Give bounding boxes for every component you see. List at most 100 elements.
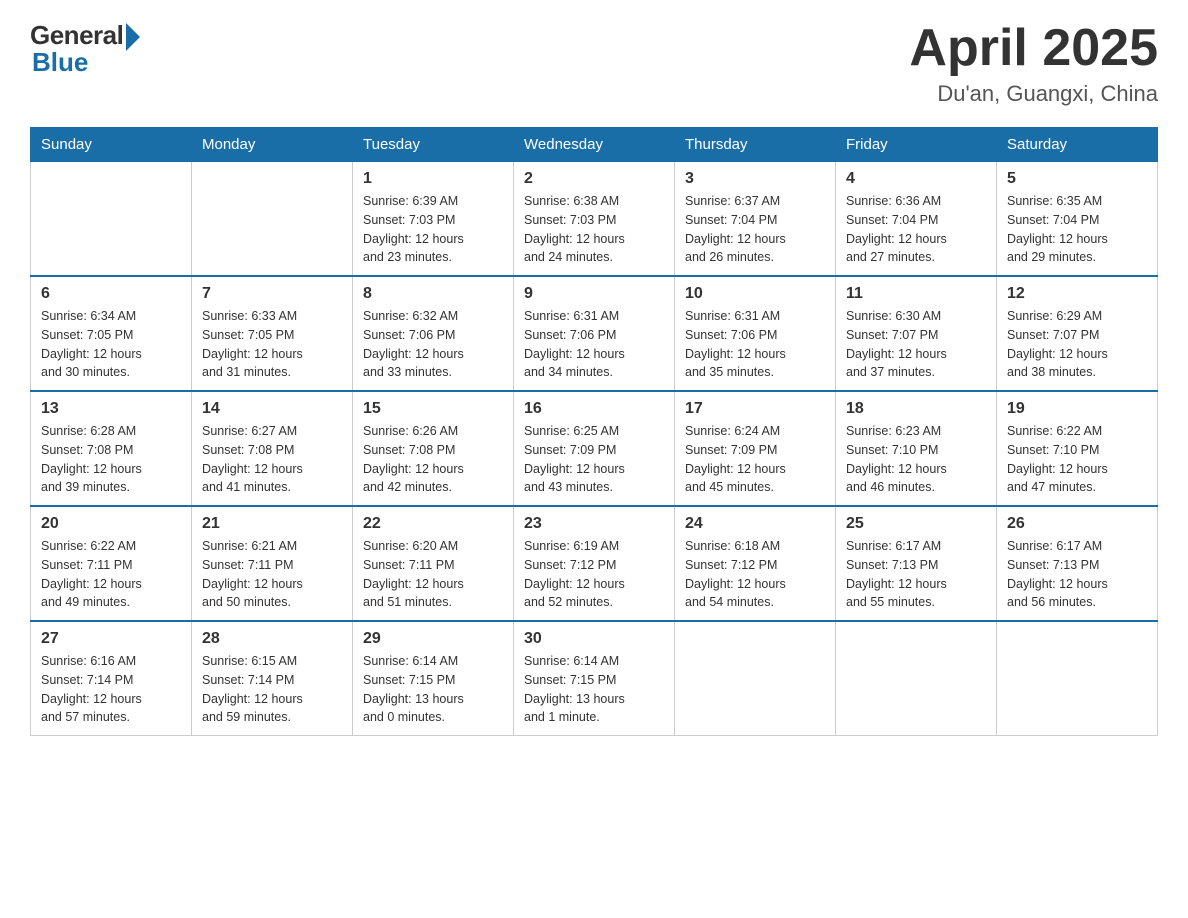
day-cell: 7 Sunrise: 6:33 AMSunset: 7:05 PMDaylight… bbox=[192, 276, 353, 391]
week-row-3: 13 Sunrise: 6:28 AMSunset: 7:08 PMDayligh… bbox=[31, 391, 1158, 506]
day-number: 7 bbox=[202, 285, 342, 303]
day-cell: 13 Sunrise: 6:28 AMSunset: 7:08 PMDayligh… bbox=[31, 391, 192, 506]
day-info: Sunrise: 6:35 AMSunset: 7:04 PMDaylight:… bbox=[1007, 192, 1147, 267]
weekday-header-monday: Monday bbox=[192, 128, 353, 162]
day-cell bbox=[675, 621, 836, 736]
weekday-header-row: SundayMondayTuesdayWednesdayThursdayFrid… bbox=[31, 128, 1158, 162]
day-number: 6 bbox=[41, 285, 181, 303]
day-info: Sunrise: 6:20 AMSunset: 7:11 PMDaylight:… bbox=[363, 537, 503, 612]
day-info: Sunrise: 6:16 AMSunset: 7:14 PMDaylight:… bbox=[41, 652, 181, 727]
day-number: 11 bbox=[846, 285, 986, 303]
day-number: 27 bbox=[41, 630, 181, 648]
weekday-header-tuesday: Tuesday bbox=[353, 128, 514, 162]
day-cell bbox=[997, 621, 1158, 736]
week-row-4: 20Sunrise: 6:22 AMSunset: 7:11 PMDayligh… bbox=[31, 506, 1158, 621]
day-number: 17 bbox=[685, 400, 825, 418]
day-cell: 29 Sunrise: 6:14 AMSunset: 7:15 PMDayligh… bbox=[353, 621, 514, 736]
day-info: Sunrise: 6:14 AMSunset: 7:15 PMDaylight:… bbox=[363, 652, 503, 727]
day-number: 22 bbox=[363, 515, 503, 533]
day-cell: 14 Sunrise: 6:27 AMSunset: 7:08 PMDayligh… bbox=[192, 391, 353, 506]
day-cell: 6Sunrise: 6:34 AMSunset: 7:05 PMDaylight… bbox=[31, 276, 192, 391]
day-info: Sunrise: 6:22 AMSunset: 7:10 PMDaylight:… bbox=[1007, 422, 1147, 497]
day-number: 14 bbox=[202, 400, 342, 418]
day-cell: 10 Sunrise: 6:31 AMSunset: 7:06 PMDayligh… bbox=[675, 276, 836, 391]
day-number: 26 bbox=[1007, 515, 1147, 533]
day-info: Sunrise: 6:19 AMSunset: 7:12 PMDaylight:… bbox=[524, 537, 664, 612]
day-number: 18 bbox=[846, 400, 986, 418]
weekday-header-wednesday: Wednesday bbox=[514, 128, 675, 162]
day-cell: 23Sunrise: 6:19 AMSunset: 7:12 PMDayligh… bbox=[514, 506, 675, 621]
day-cell: 26 Sunrise: 6:17 AMSunset: 7:13 PMDayligh… bbox=[997, 506, 1158, 621]
day-info: Sunrise: 6:18 AMSunset: 7:12 PMDaylight:… bbox=[685, 537, 825, 612]
day-info: Sunrise: 6:31 AMSunset: 7:06 PMDaylight:… bbox=[685, 307, 825, 382]
page-header: General Blue April 2025 Du'an, Guangxi, … bbox=[30, 20, 1158, 107]
logo: General Blue bbox=[30, 20, 140, 78]
day-number: 8 bbox=[363, 285, 503, 303]
day-info: Sunrise: 6:22 AMSunset: 7:11 PMDaylight:… bbox=[41, 537, 181, 612]
day-cell: 25 Sunrise: 6:17 AMSunset: 7:13 PMDayligh… bbox=[836, 506, 997, 621]
day-info: Sunrise: 6:25 AMSunset: 7:09 PMDaylight:… bbox=[524, 422, 664, 497]
day-cell: 15 Sunrise: 6:26 AMSunset: 7:08 PMDayligh… bbox=[353, 391, 514, 506]
day-cell bbox=[836, 621, 997, 736]
day-number: 21 bbox=[202, 515, 342, 533]
day-cell: 18Sunrise: 6:23 AMSunset: 7:10 PMDayligh… bbox=[836, 391, 997, 506]
logo-blue-text: Blue bbox=[30, 47, 88, 78]
weekday-header-sunday: Sunday bbox=[31, 128, 192, 162]
day-number: 3 bbox=[685, 170, 825, 188]
day-info: Sunrise: 6:33 AMSunset: 7:05 PMDaylight:… bbox=[202, 307, 342, 382]
day-number: 12 bbox=[1007, 285, 1147, 303]
day-info: Sunrise: 6:36 AMSunset: 7:04 PMDaylight:… bbox=[846, 192, 986, 267]
day-number: 25 bbox=[846, 515, 986, 533]
day-cell: 22 Sunrise: 6:20 AMSunset: 7:11 PMDayligh… bbox=[353, 506, 514, 621]
day-number: 28 bbox=[202, 630, 342, 648]
day-info: Sunrise: 6:37 AMSunset: 7:04 PMDaylight:… bbox=[685, 192, 825, 267]
weekday-header-friday: Friday bbox=[836, 128, 997, 162]
day-cell: 19 Sunrise: 6:22 AMSunset: 7:10 PMDayligh… bbox=[997, 391, 1158, 506]
week-row-2: 6Sunrise: 6:34 AMSunset: 7:05 PMDaylight… bbox=[31, 276, 1158, 391]
day-cell: 3 Sunrise: 6:37 AMSunset: 7:04 PMDaylight… bbox=[675, 162, 836, 277]
calendar-location: Du'an, Guangxi, China bbox=[909, 81, 1158, 107]
week-row-1: 1 Sunrise: 6:39 AMSunset: 7:03 PMDaylight… bbox=[31, 162, 1158, 277]
day-cell: 11 Sunrise: 6:30 AMSunset: 7:07 PMDayligh… bbox=[836, 276, 997, 391]
day-info: Sunrise: 6:27 AMSunset: 7:08 PMDaylight:… bbox=[202, 422, 342, 497]
day-info: Sunrise: 6:30 AMSunset: 7:07 PMDaylight:… bbox=[846, 307, 986, 382]
day-cell: 12 Sunrise: 6:29 AMSunset: 7:07 PMDayligh… bbox=[997, 276, 1158, 391]
logo-triangle-icon bbox=[126, 23, 140, 51]
day-cell: 5 Sunrise: 6:35 AMSunset: 7:04 PMDaylight… bbox=[997, 162, 1158, 277]
day-cell: 9Sunrise: 6:31 AMSunset: 7:06 PMDaylight… bbox=[514, 276, 675, 391]
day-number: 30 bbox=[524, 630, 664, 648]
day-cell: 20Sunrise: 6:22 AMSunset: 7:11 PMDayligh… bbox=[31, 506, 192, 621]
day-cell: 16 Sunrise: 6:25 AMSunset: 7:09 PMDayligh… bbox=[514, 391, 675, 506]
day-number: 24 bbox=[685, 515, 825, 533]
day-number: 29 bbox=[363, 630, 503, 648]
day-number: 15 bbox=[363, 400, 503, 418]
day-info: Sunrise: 6:39 AMSunset: 7:03 PMDaylight:… bbox=[363, 192, 503, 267]
week-row-5: 27 Sunrise: 6:16 AMSunset: 7:14 PMDayligh… bbox=[31, 621, 1158, 736]
day-number: 2 bbox=[524, 170, 664, 188]
day-number: 16 bbox=[524, 400, 664, 418]
day-info: Sunrise: 6:29 AMSunset: 7:07 PMDaylight:… bbox=[1007, 307, 1147, 382]
day-cell: 1 Sunrise: 6:39 AMSunset: 7:03 PMDaylight… bbox=[353, 162, 514, 277]
day-number: 4 bbox=[846, 170, 986, 188]
calendar-title: April 2025 bbox=[909, 20, 1158, 77]
day-info: Sunrise: 6:15 AMSunset: 7:14 PMDaylight:… bbox=[202, 652, 342, 727]
day-info: Sunrise: 6:17 AMSunset: 7:13 PMDaylight:… bbox=[846, 537, 986, 612]
day-number: 10 bbox=[685, 285, 825, 303]
day-cell: 30 Sunrise: 6:14 AMSunset: 7:15 PMDayligh… bbox=[514, 621, 675, 736]
day-number: 1 bbox=[363, 170, 503, 188]
day-info: Sunrise: 6:14 AMSunset: 7:15 PMDaylight:… bbox=[524, 652, 664, 727]
day-number: 13 bbox=[41, 400, 181, 418]
day-cell: 28 Sunrise: 6:15 AMSunset: 7:14 PMDayligh… bbox=[192, 621, 353, 736]
day-info: Sunrise: 6:28 AMSunset: 7:08 PMDaylight:… bbox=[41, 422, 181, 497]
day-info: Sunrise: 6:24 AMSunset: 7:09 PMDaylight:… bbox=[685, 422, 825, 497]
day-cell: 8Sunrise: 6:32 AMSunset: 7:06 PMDaylight… bbox=[353, 276, 514, 391]
day-info: Sunrise: 6:17 AMSunset: 7:13 PMDaylight:… bbox=[1007, 537, 1147, 612]
day-info: Sunrise: 6:26 AMSunset: 7:08 PMDaylight:… bbox=[363, 422, 503, 497]
day-number: 5 bbox=[1007, 170, 1147, 188]
title-block: April 2025 Du'an, Guangxi, China bbox=[909, 20, 1158, 107]
day-cell: 27 Sunrise: 6:16 AMSunset: 7:14 PMDayligh… bbox=[31, 621, 192, 736]
day-cell: 2Sunrise: 6:38 AMSunset: 7:03 PMDaylight… bbox=[514, 162, 675, 277]
day-cell: 4 Sunrise: 6:36 AMSunset: 7:04 PMDaylight… bbox=[836, 162, 997, 277]
weekday-header-saturday: Saturday bbox=[997, 128, 1158, 162]
day-number: 19 bbox=[1007, 400, 1147, 418]
